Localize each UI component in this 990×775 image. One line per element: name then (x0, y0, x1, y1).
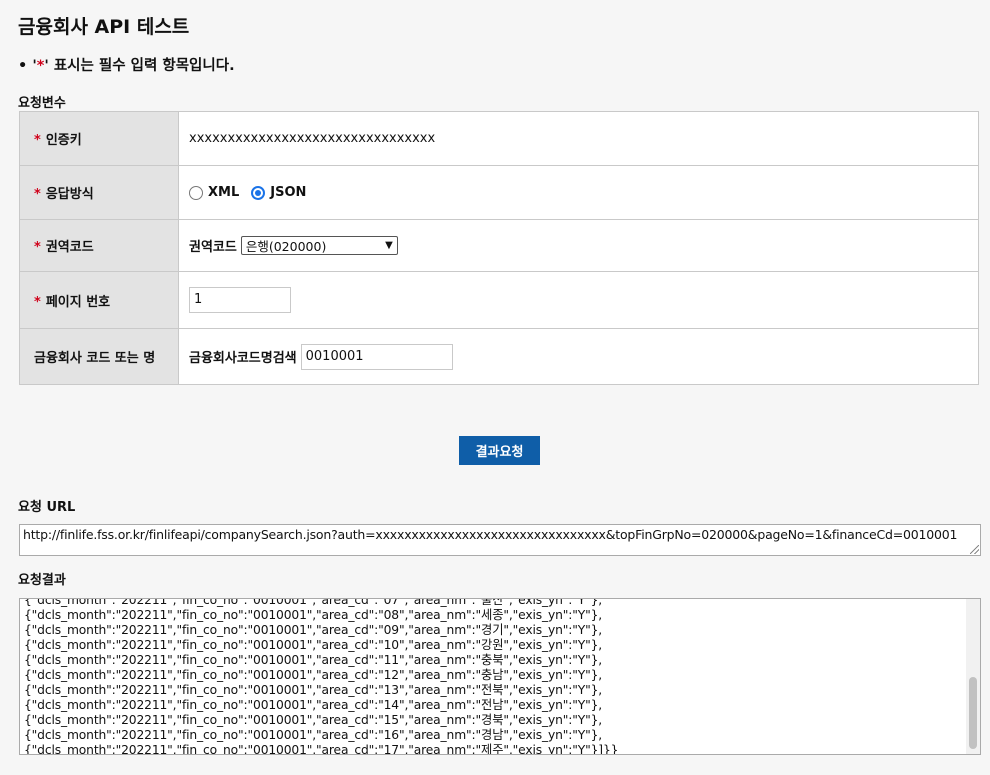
region-select[interactable]: 은행(020000) ▼ (240, 236, 398, 255)
result-line: {"dcls_month":"202211","fin_co_no":"0010… (24, 652, 603, 667)
submit-request-button[interactable]: 결과요청 (459, 436, 540, 465)
result-line: {"dcls_month":"202211","fin_co_no":"0010… (24, 598, 603, 607)
region-cell: 권역코드 은행(020000) ▼ (178, 219, 979, 272)
page-number-input[interactable]: 1 (189, 287, 291, 313)
radio-label-xml: XML (208, 185, 240, 200)
response-type-radio-group: XML JSON (189, 185, 978, 200)
radio-xml[interactable]: XML (189, 185, 239, 200)
param-label-text: 응답방식 (45, 187, 94, 202)
param-label-response: * 응답방식 (19, 165, 179, 220)
request-params-table: * 인증키 xxxxxxxxxxxxxxxxxxxxxxxxxxxxxxxx * 응… (19, 111, 979, 385)
param-label-text: 권역코드 (45, 240, 94, 255)
page-title: 금융회사 API 테스트 (18, 16, 190, 38)
required-star-icon: * (34, 294, 41, 310)
scroll-thumb[interactable] (969, 677, 977, 749)
result-line: {"dcls_month":"202211","fin_co_no":"0010… (24, 682, 603, 697)
result-section-label: 요청결과 (18, 573, 66, 588)
result-line: {"dcls_month":"202211","fin_co_no":"0010… (24, 742, 619, 755)
required-star-icon: * (34, 187, 41, 202)
result-line: {"dcls_month":"202211","fin_co_no":"0010… (24, 667, 603, 682)
param-label-text: 페이지 번호 (45, 294, 111, 310)
result-line: {"dcls_month":"202211","fin_co_no":"0010… (24, 697, 603, 712)
radio-unchecked-icon[interactable] (189, 185, 203, 200)
param-label-region: * 권역코드 (19, 219, 179, 272)
result-textarea[interactable]: {"dcls_month":"202211","fin_co_no":"0010… (19, 598, 981, 755)
chevron-down-icon: ▼ (385, 240, 393, 251)
resize-grip-icon[interactable] (970, 545, 979, 554)
required-star-icon: * (34, 133, 41, 148)
param-row-response: * 응답방식 XML JSON (19, 165, 979, 220)
param-row-company: 금융회사 코드 또는 명 금융회사코드명검색 0010001 (19, 328, 979, 385)
url-section-label: 요청 URL (18, 500, 76, 515)
radio-checked-icon[interactable] (251, 185, 266, 200)
param-row-page: * 페이지 번호 1 (19, 271, 979, 329)
company-field-label: 금융회사코드명검색 (189, 351, 297, 366)
request-url-text: http://finlife.fss.or.kr/finlifeapi/comp… (23, 527, 958, 542)
param-label-text: 인증키 (45, 133, 82, 148)
result-line: {"dcls_month":"202211","fin_co_no":"0010… (24, 727, 603, 742)
region-field-label: 권역코드 (189, 240, 237, 255)
radio-json[interactable]: JSON (251, 185, 306, 200)
result-line: {"dcls_month":"202211","fin_co_no":"0010… (24, 607, 603, 622)
result-lines: {"dcls_month":"202211","fin_co_no":"0010… (24, 598, 619, 755)
auth-key-value[interactable]: xxxxxxxxxxxxxxxxxxxxxxxxxxxxxxxx (178, 111, 979, 166)
required-notice: • '*' 표시는 필수 입력 항목입니다. (18, 54, 235, 75)
result-line: {"dcls_month":"202211","fin_co_no":"0010… (24, 712, 603, 727)
result-scrollbar[interactable] (966, 599, 980, 754)
page-number-cell: 1 (178, 271, 979, 329)
result-line: {"dcls_month":"202211","fin_co_no":"0010… (24, 622, 603, 637)
required-star-icon: * (34, 240, 41, 255)
param-row-region: * 권역코드 권역코드 은행(020000) ▼ (19, 219, 979, 272)
notice-prefix: • ' (18, 58, 37, 74)
notice-suffix: ' 표시는 필수 입력 항목입니다. (44, 58, 235, 74)
param-row-auth: * 인증키 xxxxxxxxxxxxxxxxxxxxxxxxxxxxxxxx (19, 111, 979, 166)
region-select-value: 은행(020000) (245, 239, 327, 254)
request-url-textarea[interactable]: http://finlife.fss.or.kr/finlifeapi/comp… (19, 524, 981, 556)
param-label-company: 금융회사 코드 또는 명 (19, 328, 179, 385)
param-label-page: * 페이지 번호 (19, 271, 179, 329)
company-search-input[interactable]: 0010001 (300, 343, 453, 370)
radio-label-json: JSON (270, 185, 307, 200)
request-section-label: 요청변수 (18, 96, 66, 111)
param-label-text: 금융회사 코드 또는 명 (34, 351, 156, 366)
company-cell: 금융회사코드명검색 0010001 (178, 328, 979, 385)
param-label-auth: * 인증키 (19, 111, 179, 166)
response-type-cell: XML JSON (178, 165, 979, 220)
result-line: {"dcls_month":"202211","fin_co_no":"0010… (24, 637, 603, 652)
